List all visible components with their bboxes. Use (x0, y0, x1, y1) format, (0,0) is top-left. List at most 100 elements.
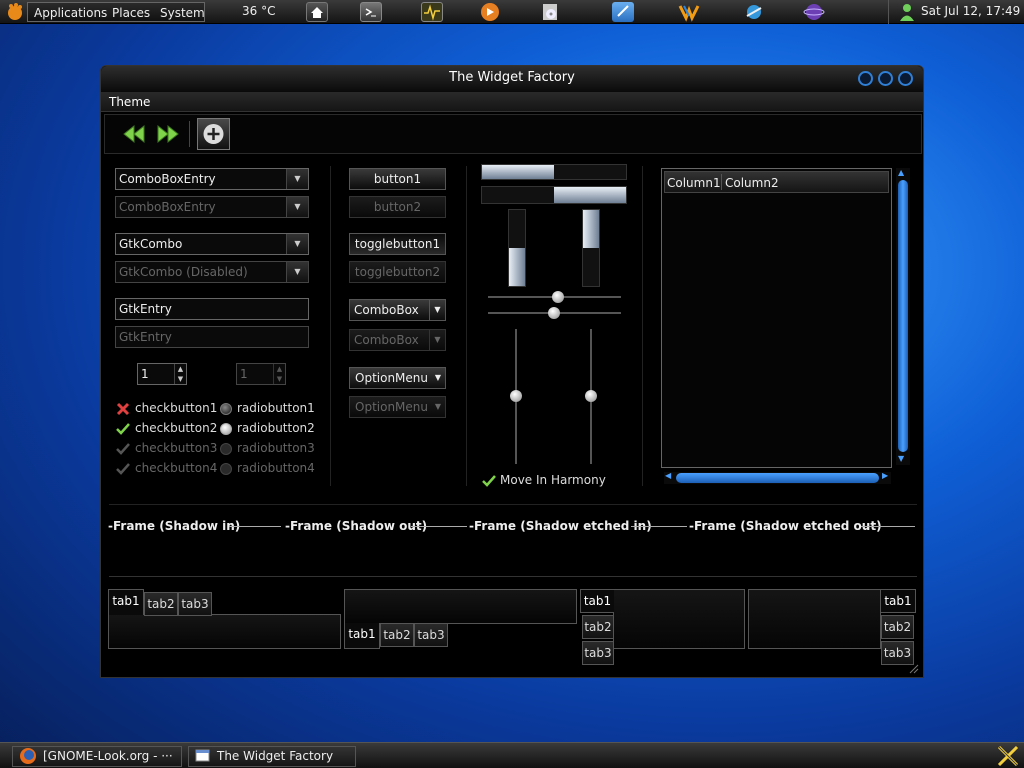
trash-icon[interactable] (996, 745, 1020, 767)
radiobutton1[interactable]: radiobutton1 (219, 401, 315, 417)
system-monitor-icon[interactable] (421, 2, 443, 22)
spin-arrows-icon[interactable]: ▲ ▼ (174, 364, 186, 384)
radiobutton1-label: radiobutton1 (237, 401, 315, 415)
back-arrow-icon[interactable] (122, 124, 146, 144)
minimize-button[interactable] (858, 71, 873, 86)
combo-box-entry-disabled: ComboBoxEntry ▼ (115, 196, 309, 218)
gtk-entry[interactable]: GtkEntry (115, 298, 309, 320)
option-menu[interactable]: OptionMenu ▼ (349, 367, 446, 389)
checkbutton1[interactable]: checkbutton1 (115, 401, 217, 417)
notebook-bottom-tab2[interactable]: tab2 (380, 623, 414, 647)
hscale-thumb[interactable] (552, 291, 564, 303)
scrollbar-thumb[interactable] (898, 180, 908, 452)
horizontal-scrollbar[interactable]: ◀ ▶ (664, 471, 891, 484)
resize-grip-icon[interactable] (907, 662, 919, 674)
gtk-entry-text: GtkEntry (119, 302, 172, 316)
progress-bar-horizontal-1 (481, 164, 627, 180)
menu-places[interactable]: Places (112, 6, 150, 20)
user-icon[interactable] (899, 2, 915, 22)
gnome-foot-icon[interactable] (5, 2, 25, 22)
combobox[interactable]: ComboBox ▼ (349, 299, 446, 321)
vscale-2[interactable] (585, 329, 597, 464)
vscale-thumb[interactable] (510, 390, 522, 402)
vscale-thumb[interactable] (585, 390, 597, 402)
column1-header[interactable]: Column1 (667, 176, 721, 190)
menu-theme[interactable]: Theme (109, 95, 150, 109)
notebook-top-tab2[interactable]: tab2 (144, 592, 178, 616)
spin-value: 1 (141, 367, 149, 381)
notebook-right-tab2[interactable]: tab2 (881, 615, 914, 639)
vscale-1[interactable] (510, 329, 522, 464)
separator (109, 576, 917, 577)
notebook-bottom-tab3[interactable]: tab3 (414, 623, 448, 647)
check-mark-icon (116, 443, 130, 455)
scrollbar-thumb[interactable] (676, 473, 879, 483)
spin-value-disabled: 1 (240, 367, 248, 381)
notebook-left-tab1[interactable]: tab1 (580, 589, 614, 613)
menu-applications[interactable]: Applications (34, 6, 107, 20)
menu-system[interactable]: System (160, 6, 205, 20)
hscale-thumb[interactable] (548, 307, 560, 319)
widget-factory-window: The Widget Factory Theme ComboBoxEntry ▼… (100, 65, 924, 678)
hscale-1[interactable] (488, 291, 621, 303)
maximize-button[interactable] (878, 71, 893, 86)
frame-shadow-out-label: -Frame (Shadow out) (285, 519, 428, 533)
gtk-combo[interactable]: GtkCombo ▼ (115, 233, 309, 255)
media-player-icon[interactable] (479, 2, 501, 22)
move-in-harmony-check[interactable]: Move In Harmony (481, 473, 611, 489)
scroll-right-icon[interactable]: ▶ (882, 471, 888, 480)
hscale-2[interactable] (488, 307, 621, 319)
separator (330, 166, 331, 486)
home-icon[interactable] (306, 2, 328, 22)
chevron-down-icon[interactable]: ▼ (286, 169, 308, 189)
clock-area: Sat Jul 12, 17:49 (888, 0, 1024, 24)
toolbar (104, 114, 922, 154)
checkbutton3-label: checkbutton3 (135, 441, 218, 455)
network-icon[interactable] (743, 2, 765, 22)
separator (466, 166, 467, 486)
separator (109, 504, 917, 505)
spin-button[interactable]: 1 ▲ ▼ (137, 363, 187, 385)
clock[interactable]: Sat Jul 12, 17:49 (921, 4, 1020, 18)
notebook-left-tab3[interactable]: tab3 (582, 641, 614, 665)
radiobutton2[interactable]: radiobutton2 (219, 421, 315, 437)
add-button[interactable] (197, 118, 230, 150)
notebook-left-tab2[interactable]: tab2 (582, 615, 614, 639)
task-widget-factory[interactable]: The Widget Factory (188, 746, 356, 767)
gtk-combo-text: GtkCombo (119, 237, 183, 251)
progress-bar-horizontal-2 (481, 186, 627, 204)
notebook-right-tab1[interactable]: tab1 (881, 589, 916, 613)
messenger-icon[interactable] (678, 2, 700, 22)
togglebutton1[interactable]: togglebutton1 (349, 233, 446, 255)
checkbutton4-label: checkbutton4 (135, 461, 218, 475)
terminal-icon[interactable] (360, 2, 382, 22)
close-button[interactable] (898, 71, 913, 86)
titlebar[interactable]: The Widget Factory (101, 66, 923, 92)
task-gnome-look-label: [GNOME-Look.org - ··· (43, 749, 173, 763)
notebook-bottom-tab1[interactable]: tab1 (344, 623, 380, 649)
scroll-down-icon[interactable]: ▼ (898, 454, 904, 463)
main-menu: Applications Places System (27, 2, 205, 22)
combo-box-entry[interactable]: ComboBoxEntry ▼ (115, 168, 309, 190)
scroll-up-icon[interactable]: ▲ (898, 168, 904, 177)
file-manager-icon[interactable] (612, 2, 634, 22)
notebook-top-tab3[interactable]: tab3 (178, 592, 212, 616)
planet-icon[interactable] (803, 2, 825, 22)
notebook-top-tab1[interactable]: tab1 (108, 589, 144, 615)
column2-header[interactable]: Column2 (725, 176, 779, 190)
forward-arrow-icon[interactable] (156, 124, 180, 144)
frame-shadow-in-label: -Frame (Shadow in) (108, 519, 241, 533)
radio-indicator (220, 403, 232, 415)
separator (642, 166, 643, 486)
button1[interactable]: button1 (349, 168, 446, 190)
window-icon (195, 749, 210, 762)
checkbutton2[interactable]: checkbutton2 (115, 421, 217, 437)
vertical-scrollbar[interactable]: ▲ ▼ (896, 168, 910, 465)
tree-view[interactable]: Column1 Column2 (661, 168, 892, 468)
chevron-down-icon[interactable]: ▼ (286, 234, 308, 254)
scroll-left-icon[interactable]: ◀ (665, 471, 671, 480)
combobox-disabled: ComboBox ▼ (349, 329, 446, 351)
menubar: Theme (101, 92, 923, 112)
cd-burner-icon[interactable] (540, 2, 562, 22)
task-gnome-look[interactable]: [GNOME-Look.org - ··· (12, 746, 182, 767)
